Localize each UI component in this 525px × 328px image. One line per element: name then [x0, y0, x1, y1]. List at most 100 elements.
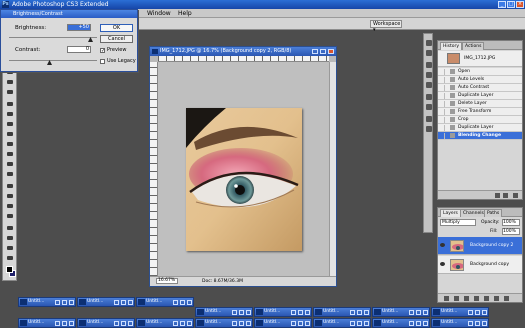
maximize-icon[interactable]: [416, 321, 421, 326]
history-source-box[interactable]: [439, 125, 445, 131]
adjustment-layer-icon[interactable]: [474, 296, 479, 301]
history-source-box[interactable]: [439, 133, 445, 139]
maximize-icon[interactable]: [180, 321, 185, 326]
ok-button[interactable]: OK: [100, 24, 133, 32]
minimized-document[interactable]: Untitl...: [431, 318, 489, 328]
navigator-icon[interactable]: [426, 40, 432, 46]
restore-icon[interactable]: [291, 310, 296, 315]
paragraph-icon[interactable]: [426, 126, 432, 132]
close-icon[interactable]: [69, 321, 74, 326]
shape-tool-icon[interactable]: [5, 212, 15, 220]
maximize-icon[interactable]: [416, 310, 421, 315]
history-source-box[interactable]: [439, 85, 445, 91]
minimized-document[interactable]: Untitl...: [18, 297, 76, 307]
maximize-icon[interactable]: [121, 321, 126, 326]
history-source-box[interactable]: [439, 77, 445, 83]
pen-tool-icon[interactable]: [5, 182, 15, 190]
maximize-icon[interactable]: □: [507, 1, 515, 8]
opacity-field[interactable]: 100%: [502, 219, 520, 226]
close-icon[interactable]: [246, 310, 251, 315]
new-snapshot-icon[interactable]: [503, 193, 508, 198]
history-state[interactable]: Duplicate Layer: [438, 124, 522, 132]
close-icon[interactable]: [128, 300, 133, 305]
close-icon[interactable]: [364, 321, 369, 326]
history-state[interactable]: Crop: [438, 116, 522, 124]
minimized-document[interactable]: Untitl...: [372, 307, 430, 317]
maximize-icon[interactable]: [62, 300, 67, 305]
minimized-document[interactable]: Untitl...: [313, 318, 371, 328]
vertical-scrollbar[interactable]: [329, 62, 336, 276]
color-icon[interactable]: [426, 62, 432, 68]
restore-icon[interactable]: [232, 321, 237, 326]
restore-icon[interactable]: [291, 321, 296, 326]
history-source-box[interactable]: [439, 69, 445, 75]
restore-icon[interactable]: [350, 310, 355, 315]
history-source-box[interactable]: [439, 93, 445, 99]
maximize-icon[interactable]: [475, 321, 480, 326]
close-icon[interactable]: [423, 310, 428, 315]
styles-icon[interactable]: [426, 82, 432, 88]
tab-channels[interactable]: Channels: [460, 209, 487, 217]
minimized-document[interactable]: Untitl...: [18, 318, 76, 328]
tab-actions[interactable]: Actions: [462, 42, 485, 50]
maximize-icon[interactable]: [239, 321, 244, 326]
blur-tool-icon[interactable]: [5, 160, 15, 168]
new-document-icon[interactable]: [495, 193, 500, 198]
restore-icon[interactable]: [114, 321, 119, 326]
restore-icon[interactable]: [350, 321, 355, 326]
info-icon[interactable]: [426, 50, 432, 56]
document-canvas[interactable]: [158, 62, 329, 276]
restore-icon[interactable]: [232, 310, 237, 315]
maximize-icon[interactable]: [357, 321, 362, 326]
contrast-field[interactable]: 0: [67, 46, 91, 53]
maximize-icon[interactable]: [357, 310, 362, 315]
maximize-icon[interactable]: [298, 310, 303, 315]
close-icon[interactable]: [305, 310, 310, 315]
foreground-color-swatch[interactable]: [6, 266, 13, 273]
close-icon[interactable]: [246, 321, 251, 326]
minimized-document[interactable]: Untitl...: [136, 318, 194, 328]
menu-help[interactable]: Help: [178, 10, 192, 17]
history-state[interactable]: Duplicate Layer: [438, 92, 522, 100]
history-state[interactable]: Auto Contrast: [438, 84, 522, 92]
minimized-document[interactable]: Untitl...: [77, 318, 135, 328]
notes-tool-icon[interactable]: [5, 224, 15, 232]
clone-stamp-tool-icon[interactable]: [5, 120, 15, 128]
restore-icon[interactable]: [468, 321, 473, 326]
history-state[interactable]: Open: [438, 68, 522, 76]
minimized-document[interactable]: Untitl...: [254, 307, 312, 317]
close-icon[interactable]: ×: [516, 1, 524, 8]
workspace-dropdown[interactable]: Workspace ▾: [370, 20, 402, 33]
close-icon[interactable]: [482, 310, 487, 315]
history-state[interactable]: Auto Levels: [438, 76, 522, 84]
close-icon[interactable]: [423, 321, 428, 326]
visibility-eye-icon[interactable]: [440, 243, 445, 247]
close-icon[interactable]: [69, 300, 74, 305]
maximize-icon[interactable]: [475, 310, 480, 315]
close-icon[interactable]: [128, 321, 133, 326]
brush-tool-icon[interactable]: [5, 110, 15, 118]
fill-field[interactable]: 100%: [502, 228, 520, 235]
layer-mask-icon[interactable]: [464, 296, 469, 301]
maximize-icon[interactable]: [239, 310, 244, 315]
maximize-icon[interactable]: [298, 321, 303, 326]
gradient-tool-icon[interactable]: [5, 150, 15, 158]
trash-icon[interactable]: [504, 296, 509, 301]
minimized-document[interactable]: Untitl...: [195, 307, 253, 317]
history-source-box[interactable]: [439, 109, 445, 115]
close-icon[interactable]: [187, 300, 192, 305]
preview-checkbox[interactable]: ✓: [100, 48, 105, 54]
tool-presets-icon[interactable]: [426, 104, 432, 110]
maximize-icon[interactable]: [62, 321, 67, 326]
character-icon[interactable]: [426, 116, 432, 122]
tab-paths[interactable]: Paths: [484, 209, 503, 217]
zoom-tool-icon[interactable]: [5, 254, 15, 262]
maximize-icon[interactable]: [320, 49, 326, 54]
layer-style-icon[interactable]: [454, 296, 459, 301]
hand-tool-icon[interactable]: [5, 244, 15, 252]
history-state-selected[interactable]: Blending Change: [438, 132, 522, 140]
history-source-box[interactable]: [439, 101, 445, 107]
restore-icon[interactable]: [409, 321, 414, 326]
brightness-slider-track[interactable]: [9, 37, 97, 38]
tab-history[interactable]: History: [440, 42, 463, 50]
